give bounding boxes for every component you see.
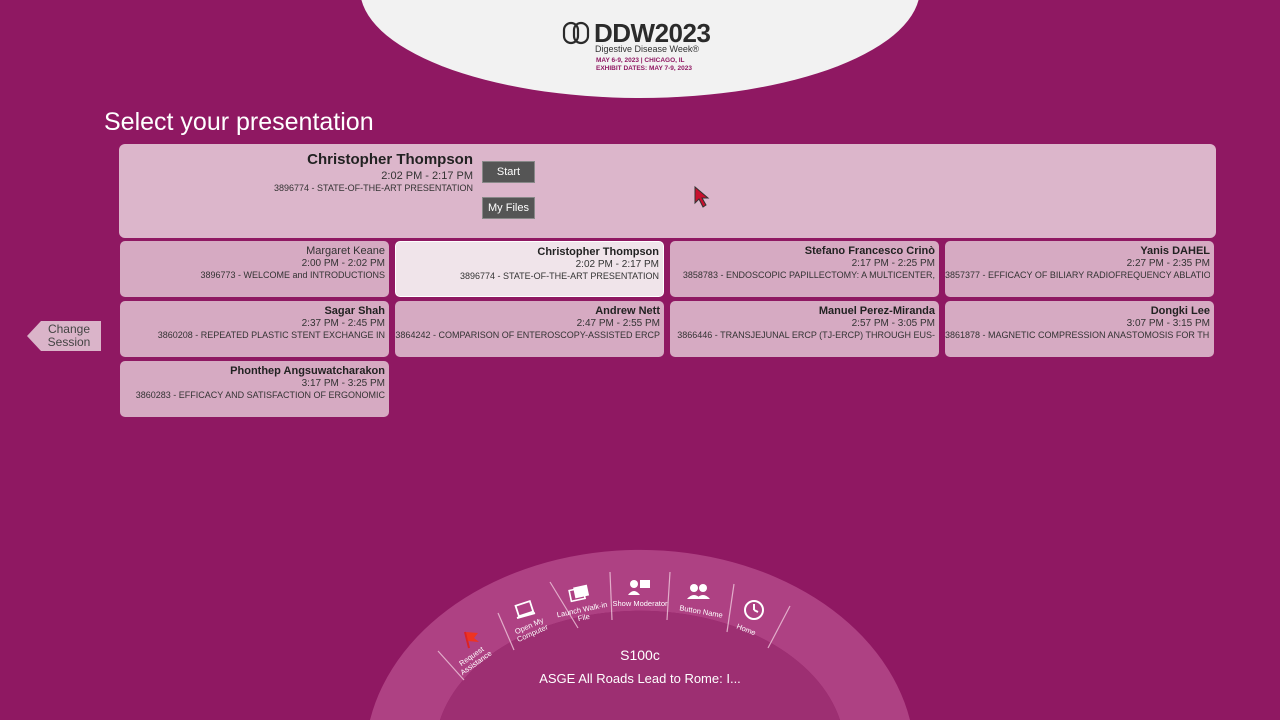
launch-walk-in-button[interactable]: Launch Walk-in File (555, 580, 617, 650)
room-label: S100c (620, 647, 660, 663)
moderator-icon (628, 580, 650, 595)
show-moderator-label: Show Moderator (612, 599, 668, 608)
photos-icon (568, 584, 590, 603)
people-icon (687, 584, 710, 599)
session-name: ASGE All Roads Lead to Rome: I... (539, 671, 741, 686)
button-name-button[interactable]: Button Name (667, 578, 729, 648)
cursor-icon (694, 185, 710, 208)
launch-walk-in-label: Launch Walk-in File (555, 599, 609, 624)
show-moderator-button[interactable]: Show Moderator (610, 574, 672, 644)
clock-icon (744, 600, 764, 620)
